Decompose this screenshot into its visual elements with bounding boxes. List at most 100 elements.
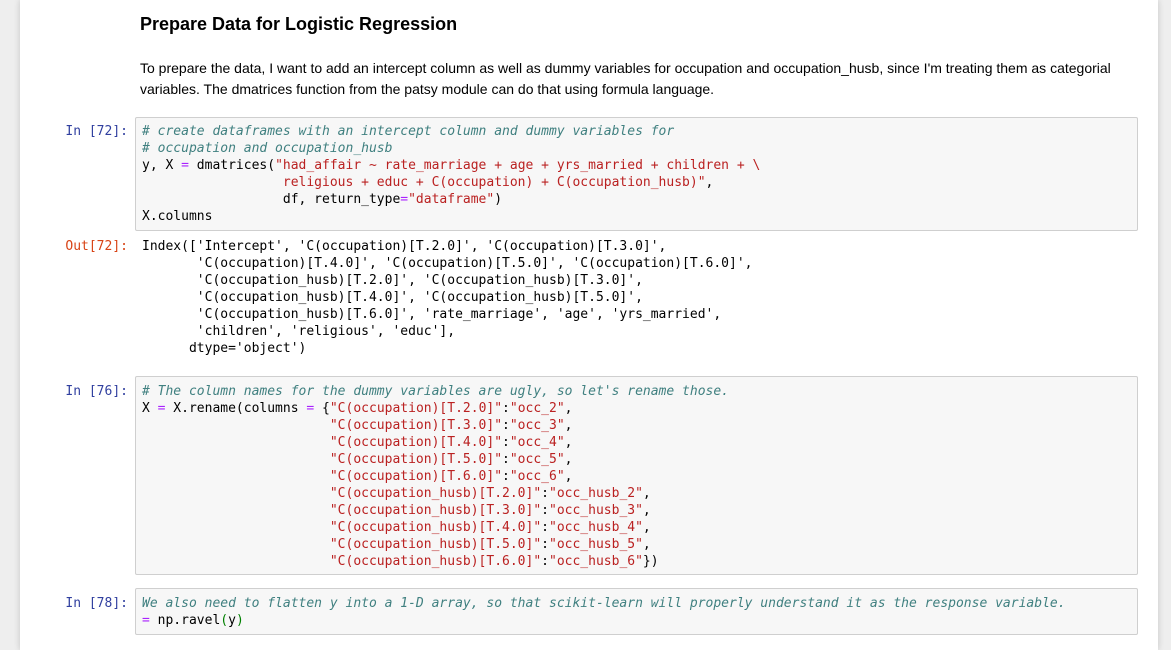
code-token: : (502, 401, 510, 416)
code-token: , (705, 175, 714, 190)
code-line: "C(occupation)[T.5.0]":"occ_5", (142, 451, 729, 468)
input-prompt: In [72]: (65, 124, 128, 139)
code-token: "C(occupation_husb)[T.2.0]" (329, 486, 542, 501)
code-token: = (400, 192, 409, 207)
code-token: "occ_4" (509, 435, 565, 450)
code-token: "dataframe" (408, 192, 495, 207)
code-line: religious + educ + C(occupation) + C(occ… (142, 174, 760, 191)
code-token: df, return_type (142, 192, 401, 207)
code-token: "occ_husb_5" (549, 537, 643, 552)
code-line: X.columns (142, 208, 760, 225)
code-token: "occ_3" (509, 418, 565, 433)
output-line: dtype='object') (142, 341, 307, 356)
code-token: , (642, 486, 651, 501)
code-token: : (502, 469, 510, 484)
code-token: : (541, 520, 549, 535)
code-token: : (502, 452, 510, 467)
code-token: "C(occupation)[T.4.0]" (329, 435, 503, 450)
markdown-paragraph[interactable]: To prepare the data, I want to add an in… (140, 58, 1140, 100)
code-line: "C(occupation_husb)[T.2.0]":"occ_husb_2"… (142, 485, 729, 502)
code-cell-78-source: We also need to flatten y into a 1-D arr… (142, 595, 1066, 629)
code-line: We also need to flatten y into a 1-D arr… (142, 595, 1066, 612)
code-token: : (541, 503, 549, 518)
code-token: , (642, 537, 651, 552)
code-token: X (142, 401, 158, 416)
output-line: 'C(occupation)[T.4.0]', 'C(occupation)[T… (142, 256, 753, 271)
code-token: , (564, 418, 573, 433)
code-token: "C(occupation)[T.3.0]" (329, 418, 503, 433)
notebook-container: Prepare Data for Logistic Regression To … (20, 0, 1158, 650)
code-token: "C(occupation_husb)[T.3.0]" (329, 503, 542, 518)
output-line: 'C(occupation_husb)[T.6.0]', 'rate_marri… (142, 307, 722, 322)
code-token: , (642, 520, 651, 535)
code-token: y (228, 613, 236, 628)
code-token: "occ_5" (509, 452, 565, 467)
code-line: "C(occupation)[T.6.0]":"occ_6", (142, 468, 729, 485)
code-token: "C(occupation_husb)[T.6.0]" (329, 554, 542, 569)
code-token: ( (220, 613, 229, 628)
code-line: # create dataframes with an intercept co… (142, 123, 760, 140)
input-prompt: In [76]: (65, 384, 128, 399)
code-token: "occ_husb_4" (549, 520, 643, 535)
code-line: X = X.rename(columns = {"C(occupation)[T… (142, 400, 729, 417)
code-token: "occ_2" (509, 401, 565, 416)
code-token: ) (494, 192, 503, 207)
code-token: "C(occupation_husb)[T.5.0]" (329, 537, 542, 552)
code-line: "C(occupation_husb)[T.5.0]":"occ_husb_5"… (142, 536, 729, 553)
code-line: "C(occupation)[T.4.0]":"occ_4", (142, 434, 729, 451)
code-token: : (502, 435, 510, 450)
code-token: np.ravel (149, 613, 221, 628)
code-token: , (564, 435, 573, 450)
code-line: "C(occupation_husb)[T.4.0]":"occ_husb_4"… (142, 519, 729, 536)
code-line: # occupation and occupation_husb (142, 140, 760, 157)
code-token: "occ_husb_6" (549, 554, 643, 569)
code-line: df, return_type="dataframe") (142, 191, 760, 208)
code-token: : (502, 418, 510, 433)
code-token: dmatrices( (188, 158, 276, 173)
code-token: "occ_husb_2" (549, 486, 643, 501)
code-token: We also need to flatten y into a 1-D arr… (142, 596, 1066, 611)
code-token: , (564, 452, 573, 467)
code-token: , (564, 401, 573, 416)
output-line: Index(['Intercept', 'C(occupation)[T.2.0… (142, 239, 667, 254)
code-token: "C(occupation)[T.5.0]" (329, 452, 503, 467)
code-token: : (541, 554, 549, 569)
output-area: Index(['Intercept', 'C(occupation)[T.2.0… (142, 238, 752, 357)
code-cell-76-source: # The column names for the dummy variabl… (142, 383, 729, 570)
output-line: 'C(occupation_husb)[T.4.0]', 'C(occupati… (142, 290, 643, 305)
code-token: "occ_6" (509, 469, 565, 484)
code-token: : (541, 537, 549, 552)
input-prompt: In [78]: (65, 596, 128, 611)
code-line: "C(occupation)[T.3.0]":"occ_3", (142, 417, 729, 434)
code-token: ) (235, 613, 244, 628)
code-token: "C(occupation_husb)[T.4.0]" (329, 520, 542, 535)
code-token: # create dataframes with an intercept co… (142, 124, 675, 139)
code-token: { (314, 401, 330, 416)
output-line: 'C(occupation_husb)[T.2.0]', 'C(occupati… (142, 273, 643, 288)
code-token: = (142, 613, 150, 628)
code-line: "C(occupation_husb)[T.6.0]":"occ_husb_6"… (142, 553, 729, 570)
code-token: "C(occupation)[T.6.0]" (329, 469, 503, 484)
code-token: religious + educ + C(occupation) + C(occ… (142, 175, 706, 190)
code-cell-72-source: # create dataframes with an intercept co… (142, 123, 760, 225)
code-token: X.columns (142, 209, 213, 224)
code-token: , (564, 469, 573, 484)
code-line: = np.ravel(y) (142, 612, 1066, 629)
code-token: "C(occupation)[T.2.0]" (329, 401, 503, 416)
output-line: 'children', 'religious', 'educ'], (142, 324, 456, 339)
code-line: # The column names for the dummy variabl… (142, 383, 729, 400)
code-token: X.rename(columns (165, 401, 307, 416)
markdown-heading: Prepare Data for Logistic Regression (140, 14, 458, 34)
code-line: "C(occupation_husb)[T.3.0]":"occ_husb_3"… (142, 502, 729, 519)
code-token: "occ_husb_3" (549, 503, 643, 518)
code-token: }) (642, 554, 659, 569)
